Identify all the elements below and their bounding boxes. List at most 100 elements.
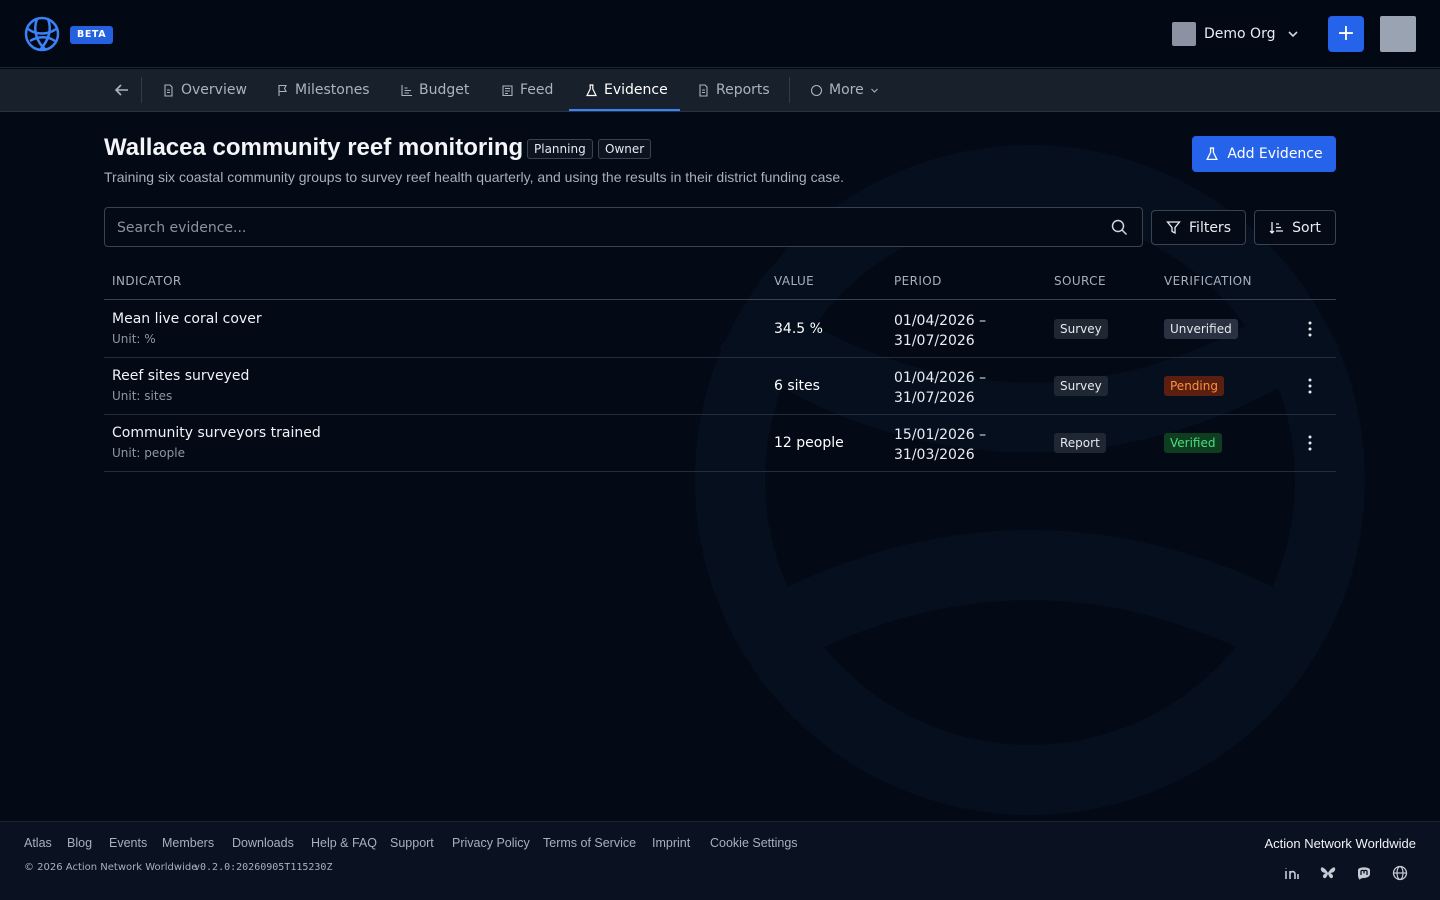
indicator-name: Community surveyors trained — [112, 425, 321, 441]
footer-link-imprint[interactable]: Imprint — [652, 836, 690, 850]
tab-label: Budget — [419, 82, 470, 98]
evidence-value: 12 people — [774, 435, 844, 451]
table-row[interactable]: Reef sites surveyed Unit: sites 6 sites … — [104, 358, 1336, 415]
verification-badge: Verified — [1164, 433, 1222, 453]
top-navigation-bar: BETA Demo Org + — [0, 0, 1440, 68]
column-header-period[interactable]: PERIOD — [894, 274, 942, 288]
globe-logo-icon[interactable] — [24, 16, 60, 52]
status-badge: Planning — [527, 139, 593, 159]
verification-badge: Pending — [1164, 376, 1224, 396]
footer-link-terms[interactable]: Terms of Service — [543, 836, 636, 850]
column-header-indicator[interactable]: INDICATOR — [112, 274, 182, 288]
active-tab-indicator — [569, 109, 680, 111]
sort-icon — [1269, 222, 1284, 234]
document-icon — [164, 83, 173, 97]
table-row[interactable]: Mean live coral cover Unit: % 34.5 % 01/… — [104, 301, 1336, 358]
copyright-text: © 2026 Action Network Worldwide — [24, 862, 198, 873]
indicator-unit: Unit: % — [112, 332, 156, 346]
filters-button[interactable]: Filters — [1151, 210, 1246, 245]
create-button[interactable]: + — [1328, 16, 1364, 52]
search-icon[interactable] — [1111, 219, 1128, 236]
role-badge: Owner — [598, 139, 652, 159]
sort-label: Sort — [1292, 219, 1321, 236]
footer-link-blog[interactable]: Blog — [67, 836, 92, 850]
plus-icon: + — [1336, 21, 1356, 46]
tab-label: Feed — [520, 82, 554, 98]
tab-more[interactable]: More — [810, 69, 879, 111]
sort-button[interactable]: Sort — [1254, 210, 1336, 245]
tab-label: Reports — [716, 82, 770, 98]
bluesky-icon[interactable] — [1320, 865, 1336, 881]
period-end: 31/07/2026 — [894, 390, 975, 406]
filter-icon — [1166, 221, 1181, 235]
tab-label: Overview — [181, 82, 247, 98]
org-name: Demo Org — [1204, 26, 1276, 42]
tab-overview[interactable]: Overview — [162, 69, 247, 111]
indicator-name: Mean live coral cover — [112, 311, 262, 327]
mastodon-icon[interactable] — [1356, 865, 1372, 881]
circle-icon — [810, 84, 823, 96]
tab-budget[interactable]: Budget — [400, 69, 469, 111]
footer-link-downloads[interactable]: Downloads — [232, 836, 294, 850]
search-input[interactable] — [117, 216, 1097, 240]
footer-link-help[interactable]: Help & FAQ — [311, 836, 377, 850]
user-avatar[interactable] — [1380, 16, 1416, 52]
back-arrow-icon[interactable] — [112, 81, 132, 99]
tab-reports[interactable]: Reports — [697, 69, 770, 111]
tab-divider — [789, 77, 790, 103]
source-badge: Survey — [1054, 376, 1108, 396]
column-header-verification[interactable]: VERIFICATION — [1164, 274, 1252, 288]
page-title: Wallacea community reef monitoring — [104, 134, 524, 161]
source-badge: Survey — [1054, 319, 1108, 339]
row-menu-icon[interactable] — [1302, 433, 1318, 453]
footer-link-support[interactable]: Support — [390, 836, 434, 850]
source-badge: Report — [1054, 433, 1106, 453]
flask-icon — [586, 83, 597, 96]
org-switcher[interactable]: Demo Org — [1172, 22, 1299, 46]
report-icon — [699, 83, 708, 97]
period-start: 15/01/2026 – — [894, 427, 987, 443]
footer-link-cookie-settings[interactable]: Cookie Settings — [710, 836, 798, 850]
indicator-name: Reef sites surveyed — [112, 368, 250, 384]
add-evidence-button[interactable]: Add Evidence — [1192, 136, 1336, 172]
footer-brand: Action Network Worldwide — [1264, 836, 1416, 851]
tab-evidence[interactable]: Evidence — [585, 69, 668, 111]
site-footer: Atlas Blog Events Members Downloads Help… — [0, 821, 1440, 900]
period-end: 31/07/2026 — [894, 333, 975, 349]
row-menu-icon[interactable] — [1302, 319, 1318, 339]
evidence-period: 15/01/2026 – 31/03/2026 — [894, 425, 986, 465]
globe-icon[interactable] — [1392, 865, 1408, 881]
evidence-period: 01/04/2026 – 31/07/2026 — [894, 368, 986, 408]
tab-label: Evidence — [604, 82, 668, 98]
footer-link-events[interactable]: Events — [109, 836, 147, 850]
linkedin-icon[interactable] — [1284, 865, 1300, 881]
tab-label: Milestones — [295, 82, 370, 98]
chevron-down-icon — [1288, 31, 1299, 38]
period-end: 31/03/2026 — [894, 447, 975, 463]
footer-link-members[interactable]: Members — [162, 836, 214, 850]
newspaper-icon — [502, 84, 513, 96]
tab-label: More — [829, 82, 864, 98]
tab-milestones[interactable]: Milestones — [276, 69, 370, 111]
evidence-value: 34.5 % — [774, 321, 823, 337]
verification-badge: Unverified — [1164, 319, 1238, 339]
footer-link-atlas[interactable]: Atlas — [24, 836, 52, 850]
org-avatar — [1172, 22, 1196, 46]
column-header-value[interactable]: VALUE — [774, 274, 814, 288]
table-row[interactable]: Community surveyors trained Unit: people… — [104, 415, 1336, 472]
footer-link-privacy[interactable]: Privacy Policy — [452, 836, 530, 850]
evidence-period: 01/04/2026 – 31/07/2026 — [894, 311, 986, 351]
tab-feed[interactable]: Feed — [501, 69, 553, 111]
search-box — [104, 207, 1143, 247]
flask-icon — [1206, 147, 1219, 161]
project-tab-bar: Overview Milestones Budget Feed Evidence… — [0, 69, 1440, 112]
project-description: Training six coastal community groups to… — [104, 169, 845, 185]
period-start: 01/04/2026 – — [894, 313, 987, 329]
period-start: 01/04/2026 – — [894, 370, 987, 386]
column-header-source[interactable]: SOURCE — [1054, 274, 1106, 288]
filters-label: Filters — [1189, 219, 1231, 236]
bar-chart-icon — [401, 84, 412, 96]
indicator-unit: Unit: sites — [112, 389, 173, 403]
row-menu-icon[interactable] — [1302, 376, 1318, 396]
flag-icon — [278, 84, 287, 96]
